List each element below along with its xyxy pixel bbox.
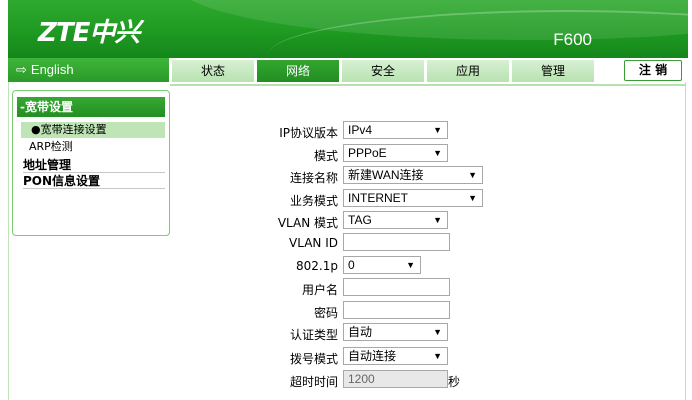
password-label: 密码 — [313, 306, 338, 320]
ip-version-select[interactable]: IPv4 ▼ — [343, 121, 448, 139]
mode-label: 模式 — [313, 149, 338, 163]
form-row-mode: 模式 PPPoE ▼ — [200, 144, 620, 164]
form-row-username: 用户名 — [200, 278, 620, 298]
mode-value: PPPoE — [348, 146, 387, 160]
timeout-input: 1200 — [343, 370, 448, 388]
service-mode-value: INTERNET — [348, 191, 408, 205]
dropdown-arrow-icon: ▼ — [433, 351, 442, 361]
form-row-timeout: 超时时间 1200 秒 — [200, 370, 620, 390]
dropdown-arrow-icon: ▼ — [433, 125, 442, 135]
sidebar-section-broadband[interactable]: -宽带设置 — [17, 97, 165, 117]
auth-type-label: 认证类型 — [289, 328, 338, 342]
form-row-auth-type: 认证类型 自动 ▼ — [200, 323, 620, 343]
vlan-mode-select[interactable]: TAG ▼ — [343, 211, 448, 229]
dot1p-select[interactable]: 0 ▼ — [343, 256, 421, 274]
vlan-mode-label: VLAN 模式 — [277, 216, 338, 230]
dropdown-arrow-icon: ▼ — [468, 193, 477, 203]
tab-network[interactable]: 网络 — [257, 60, 339, 82]
dial-mode-value: 自动连接 — [348, 349, 397, 363]
content-divider — [170, 84, 686, 86]
form-row-vlan-mode: VLAN 模式 TAG ▼ — [200, 211, 620, 231]
username-label: 用户名 — [301, 283, 338, 297]
form-row-vlan-id: VLAN ID — [200, 233, 620, 253]
timeout-label: 超时时间 — [289, 375, 338, 389]
device-model: F600 — [553, 30, 592, 49]
mode-select[interactable]: PPPoE ▼ — [343, 144, 448, 162]
tab-status[interactable]: 状态 — [172, 60, 254, 82]
dropdown-arrow-icon: ▼ — [468, 170, 477, 180]
sidebar-item-address-management[interactable]: 地址管理 — [23, 158, 165, 173]
connection-name-value: 新建WAN连接 — [348, 168, 424, 182]
form-row-connection-name: 连接名称 新建WAN连接 ▼ — [200, 166, 620, 186]
sidebar: -宽带设置 ●宽带连接设置 ARP检测 地址管理 PON信息设置 — [12, 90, 170, 236]
connection-name-label: 连接名称 — [289, 171, 338, 185]
vlan-mode-value: TAG — [348, 213, 372, 227]
timeout-unit: 秒 — [448, 375, 461, 389]
service-mode-select[interactable]: INTERNET ▼ — [343, 189, 483, 207]
sidebar-item-pon-settings[interactable]: PON信息设置 — [23, 174, 165, 189]
ip-version-label: IP协议版本 — [279, 126, 338, 140]
tab-application[interactable]: 应用 — [427, 60, 509, 82]
language-switch[interactable]: ⇨ English — [8, 58, 169, 82]
connection-name-select[interactable]: 新建WAN连接 ▼ — [343, 166, 483, 184]
form-row-service-mode: 业务模式 INTERNET ▼ — [200, 189, 620, 209]
sidebar-item-broadband-connection[interactable]: ●宽带连接设置 — [21, 122, 165, 138]
arrow-right-icon: ⇨ — [16, 62, 27, 77]
form-row-password: 密码 — [200, 301, 620, 321]
form-row-8021p: 802.1p 0 ▼ — [200, 256, 620, 276]
password-input[interactable] — [343, 301, 450, 319]
zte-logo: ZTE中兴 — [38, 18, 140, 48]
dropdown-arrow-icon: ▼ — [433, 327, 442, 337]
dial-mode-select[interactable]: 自动连接 ▼ — [343, 347, 448, 365]
service-mode-label: 业务模式 — [289, 194, 338, 208]
dropdown-arrow-icon: ▼ — [406, 260, 415, 270]
vlan-id-label: VLAN ID — [289, 236, 338, 250]
form-row-ip-version: IP协议版本 IPv4 ▼ — [200, 121, 620, 141]
top-nav: ⇨ English 状态 网络 安全 应用 管理 注 销 — [8, 58, 688, 82]
sidebar-item-arp-detect[interactable]: ARP检测 — [29, 140, 73, 154]
dot1p-label: 802.1p — [296, 259, 338, 273]
auth-type-value: 自动 — [348, 325, 373, 339]
dot1p-value: 0 — [348, 258, 355, 272]
dial-mode-label: 拨号模式 — [289, 352, 338, 366]
auth-type-select[interactable]: 自动 ▼ — [343, 323, 448, 341]
username-input[interactable] — [343, 278, 450, 296]
logout-button[interactable]: 注 销 — [624, 60, 682, 81]
tab-security[interactable]: 安全 — [342, 60, 424, 82]
tab-management[interactable]: 管理 — [512, 60, 594, 82]
dropdown-arrow-icon: ▼ — [433, 215, 442, 225]
ip-version-value: IPv4 — [348, 123, 373, 137]
language-label: English — [30, 62, 74, 77]
vlan-id-input[interactable] — [343, 233, 450, 251]
form-row-dial-mode: 拨号模式 自动连接 ▼ — [200, 347, 620, 367]
header-banner: ZTE中兴 F600 — [8, 0, 688, 58]
dropdown-arrow-icon: ▼ — [433, 148, 442, 158]
